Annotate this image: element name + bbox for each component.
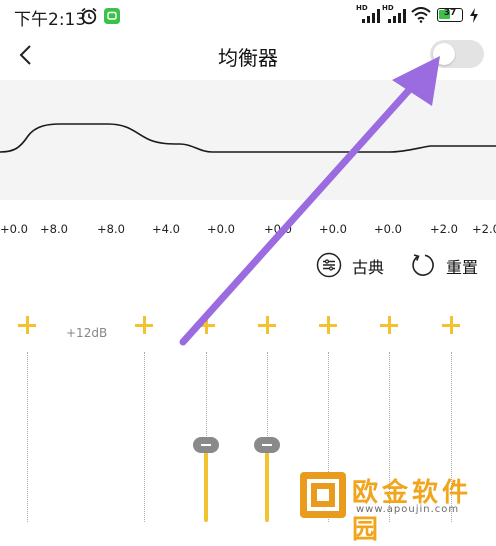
band-increase-button[interactable]: [196, 315, 216, 335]
band-slider-thumb[interactable]: [193, 437, 219, 453]
battery-icon: 37: [437, 8, 463, 22]
wifi-icon: [411, 7, 431, 23]
band-gain-label: +0.0: [264, 222, 292, 236]
toggle-knob: [433, 43, 455, 65]
eq-curve: [0, 123, 496, 153]
band-slider-track[interactable]: [144, 352, 145, 522]
band-gain-label: +0.0: [319, 222, 347, 236]
wechat-app-icon: [104, 8, 120, 24]
reset-label: 重置: [446, 258, 479, 277]
band-increase-button[interactable]: [17, 315, 37, 335]
band-gain-label: +2.0: [472, 222, 496, 236]
band-gain-row: +0.0 +8.0 +8.0 +4.0 +0.0 +0.0 +0.0 +0.0 …: [0, 218, 496, 238]
signal-icon-2: [388, 9, 406, 23]
band-slider-fill: [265, 452, 269, 522]
preset-list-icon: [316, 252, 342, 278]
watermark-url: www.apoujin.com: [356, 504, 460, 515]
band-increase-button[interactable]: [257, 315, 277, 335]
band-gain-label: +0.0: [374, 222, 402, 236]
preset-label: 古典: [352, 258, 385, 277]
signal-icon-1: [362, 9, 380, 23]
band-slider-thumb[interactable]: [254, 437, 280, 453]
charging-icon: [470, 8, 478, 23]
band-gain-label: +0.0: [0, 222, 28, 236]
alarm-icon: [81, 7, 97, 25]
eq-curve-panel: [0, 80, 496, 200]
band-slider-fill: [204, 452, 208, 522]
band-gain-label: +4.0: [152, 222, 180, 236]
band-increase-button[interactable]: [379, 315, 399, 335]
watermark: 欧金软件园 www.apoujin.com: [300, 468, 496, 545]
band-increase-button[interactable]: [441, 315, 461, 335]
band-gain-label: +0.0: [207, 222, 235, 236]
band-increase-button[interactable]: [134, 315, 154, 335]
max-db-label: +12dB: [66, 326, 108, 340]
equalizer-toggle[interactable]: [430, 40, 484, 68]
battery-level: 37: [443, 8, 457, 18]
status-time: 下午2:13: [14, 10, 87, 30]
page-title: 均衡器: [218, 46, 278, 70]
band-gain-label: +2.0: [430, 222, 458, 236]
status-bar: 下午2:13 HD HD 37: [0, 0, 496, 34]
band-slider-track[interactable]: [27, 352, 28, 522]
band-gain-label: +8.0: [40, 222, 68, 236]
watermark-logo-icon: [300, 472, 346, 518]
band-increase-button[interactable]: [318, 315, 338, 335]
band-gain-label: +8.0: [97, 222, 125, 236]
nav-bar: 均衡器: [0, 34, 496, 78]
reset-icon: [412, 254, 434, 276]
